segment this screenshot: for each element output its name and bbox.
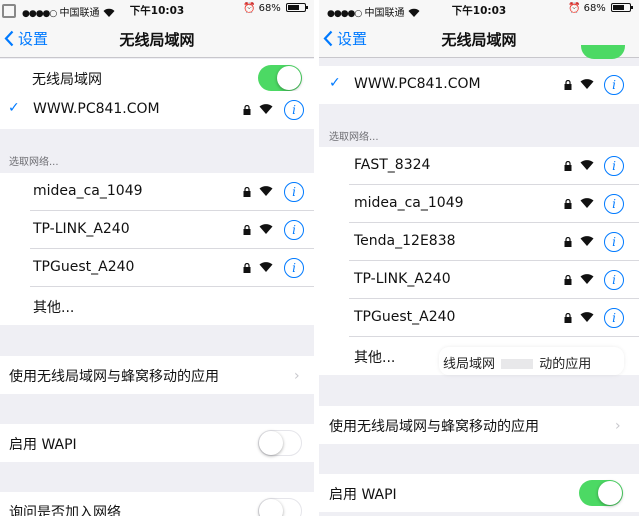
wifi-icon [259,262,273,272]
info-icon[interactable]: i [604,232,624,252]
info-icon[interactable]: i [604,75,624,95]
ask-join-toggle[interactable] [258,498,302,516]
network-name: TPGuest_A240 [354,309,456,325]
network-name: TP-LINK_A240 [33,221,130,237]
network-name: WWW.PC841.COM [354,76,481,92]
network-name: midea_ca_1049 [354,195,464,211]
tooltip-popup: 线局域网 动的应用 [439,347,624,375]
right-screenshot: ●●●●○ 中国联通 下午10:03 ⏰ 68% 设置 无线局域网 ✓ WWW.… [319,0,639,516]
info-icon[interactable]: i [284,182,304,202]
wlan-toggle[interactable] [581,45,625,59]
wifi-icon [580,236,594,246]
lock-icon [243,225,251,235]
other-label: 其他... [33,300,75,316]
alarm-icon: ⏰ [567,3,581,14]
status-bar: ●●●●○ 中国联通 下午10:03 ⏰ 68% [319,0,639,20]
popup-text-end: 动的应用 [539,357,592,372]
wifi-icon [580,312,594,322]
other-network-row[interactable]: 其他... [0,287,314,325]
info-icon[interactable]: i [284,258,304,278]
lock-icon [564,80,572,90]
lock-icon [564,275,572,285]
wapi-label: 启用 WAPI [329,487,397,503]
network-row[interactable]: TPGuest_A240 i [319,299,639,337]
connected-network-row[interactable]: ✓ WWW.PC841.COM i [319,66,639,104]
network-row[interactable]: Tenda_12E838 i [319,223,639,261]
info-icon[interactable]: i [604,194,624,214]
wlan-toggle[interactable] [258,65,302,91]
apps-label: 使用无线局域网与蜂窝移动的应用 [9,369,219,385]
checkmark-icon: ✓ [329,75,341,91]
wifi-icon [259,104,273,114]
section-header: 选取网络... [9,157,59,168]
lock-icon [564,199,572,209]
info-icon[interactable]: i [284,100,304,120]
lock-icon [243,187,251,197]
info-icon[interactable]: i [604,156,624,176]
battery-icon [611,3,633,12]
network-name: FAST_8324 [354,157,431,173]
apps-row[interactable]: 使用无线局域网与蜂窝移动的应用 › [319,406,639,444]
ask-join-label: 询问是否加入网络 [9,505,121,516]
wifi-icon [259,186,273,196]
wapi-row: 启用 WAPI [319,474,639,512]
network-row[interactable]: FAST_8324 i [319,147,639,185]
info-icon[interactable]: i [284,220,304,240]
left-screenshot: ●●●●○ 中国联通 下午10:03 ⏰ 68% 设置 无线局域网 无线局域网 … [0,0,314,516]
lock-icon [243,263,251,273]
popup-text-start: 线局域网 [443,357,496,372]
network-row[interactable]: TPGuest_A240 i [0,249,314,287]
battery-percent: 68% [583,3,606,14]
network-name: Tenda_12E838 [354,233,456,249]
battery-percent: 68% [258,3,281,14]
network-name: WWW.PC841.COM [33,101,160,117]
network-row[interactable]: TP-LINK_A240 i [0,211,314,249]
wifi-icon [580,160,594,170]
wapi-toggle[interactable] [258,430,302,456]
other-label: 其他... [354,350,396,366]
wapi-toggle[interactable] [579,480,623,506]
lock-icon [564,313,572,323]
lock-icon [564,161,572,171]
network-name: TP-LINK_A240 [354,271,451,287]
network-row[interactable]: TP-LINK_A240 i [319,261,639,299]
wapi-row: 启用 WAPI [0,424,314,462]
wifi-icon [580,79,594,89]
lock-icon [564,237,572,247]
apps-label: 使用无线局域网与蜂窝移动的应用 [329,419,539,435]
network-name: TPGuest_A240 [33,259,135,275]
wifi-icon [580,198,594,208]
apps-row[interactable]: 使用无线局域网与蜂窝移动的应用 › [0,356,314,394]
network-name: midea_ca_1049 [33,183,143,199]
wapi-label: 启用 WAPI [9,437,77,453]
wifi-icon [259,224,273,234]
connected-network-row[interactable]: ✓ WWW.PC841.COM i [0,91,314,129]
ask-join-row: 询问是否加入网络 [0,492,314,516]
nav-bar: 设置 无线局域网 [0,20,314,58]
page-title: 无线局域网 [119,31,195,49]
wifi-icon [580,274,594,284]
chevron-right-icon: › [294,368,300,384]
info-icon[interactable]: i [604,270,624,290]
redacted-block [501,359,534,369]
wlan-label: 无线局域网 [32,72,102,88]
lock-icon [243,105,251,115]
checkmark-icon: ✓ [8,100,20,116]
network-row[interactable]: midea_ca_1049 i [319,185,639,223]
status-bar: ●●●●○ 中国联通 下午10:03 ⏰ 68% [0,0,314,20]
network-row[interactable]: midea_ca_1049 i [0,173,314,211]
alarm-icon: ⏰ [242,3,256,14]
section-header: 选取网络... [329,132,379,143]
chevron-right-icon: › [615,418,621,434]
battery-icon [286,3,308,12]
info-icon[interactable]: i [604,308,624,328]
